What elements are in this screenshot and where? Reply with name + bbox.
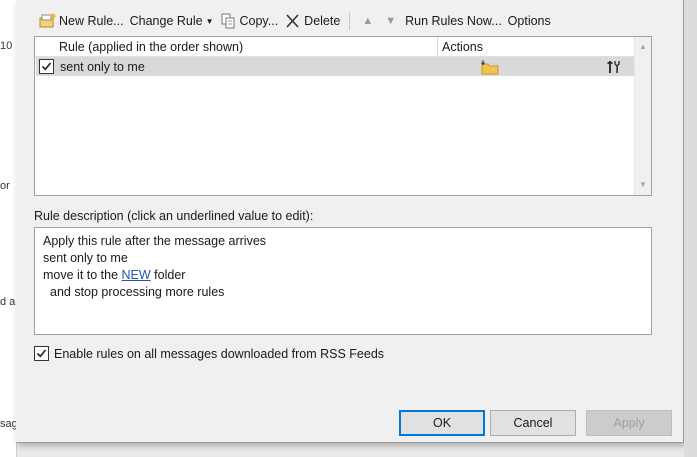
cancel-button[interactable]: Cancel (490, 410, 576, 436)
rss-rules-checkbox[interactable] (34, 346, 49, 361)
arrow-down-icon: ▼ (385, 15, 397, 27)
chevron-down-icon: ▼ (205, 16, 214, 26)
delete-x-icon (284, 13, 301, 29)
options-button[interactable]: Options (505, 10, 554, 32)
rules-and-alerts-dialog: New Rule... Change Rule ▼ Copy... Delete… (16, 0, 684, 443)
toolbar-separator (349, 12, 351, 30)
move-down-button[interactable]: ▼ (379, 10, 402, 32)
rules-list-header: Rule (applied in the order shown) Action… (35, 37, 635, 57)
apply-button[interactable]: Apply (586, 410, 672, 436)
delete-label: Delete (304, 14, 341, 28)
description-text: folder (150, 268, 186, 282)
scroll-down-arrow-icon[interactable]: ▼ (635, 177, 651, 193)
move-to-folder-icon (480, 59, 500, 75)
rules-list[interactable]: Rule (applied in the order shown) Action… (34, 36, 652, 196)
rule-name: sent only to me (60, 60, 145, 74)
background-text-fragment: d a (0, 296, 16, 308)
ok-button[interactable]: OK (399, 410, 485, 436)
rule-row[interactable]: sent only to me (36, 57, 634, 76)
run-rules-now-label: Run Rules Now... (405, 14, 502, 28)
column-header-actions[interactable]: Actions (442, 40, 483, 54)
rule-description-box: Apply this rule after the message arrive… (34, 227, 652, 335)
description-line: sent only to me (43, 251, 128, 265)
rss-rules-label[interactable]: Enable rules on all messages downloaded … (54, 347, 384, 361)
new-rule-button[interactable]: New Rule... (36, 10, 127, 32)
background-text-fragment: 10 (0, 40, 13, 52)
new-rule-icon (39, 13, 56, 29)
folder-link[interactable]: NEW (122, 268, 151, 282)
delete-rule-button[interactable]: Delete (281, 10, 343, 32)
rules-list-scrollbar[interactable]: ▲ ▼ (634, 37, 651, 195)
run-rules-now-button[interactable]: Run Rules Now... (402, 10, 505, 32)
copy-icon (220, 13, 237, 29)
scroll-up-arrow-icon[interactable]: ▲ (635, 39, 651, 55)
rss-option-row: Enable rules on all messages downloaded … (34, 346, 384, 361)
dialog-button-bar (16, 400, 683, 442)
column-header-rule[interactable]: Rule (applied in the order shown) (59, 40, 243, 54)
copy-label: Copy... (239, 14, 279, 28)
rules-toolbar: New Rule... Change Rule ▼ Copy... Delete… (36, 10, 554, 32)
rule-settings-icon[interactable] (606, 59, 622, 75)
description-line: move it to the NEW folder (43, 268, 185, 282)
background-window-edge: 10 or d a sag (0, 0, 18, 457)
description-line: Apply this rule after the message arrive… (43, 234, 267, 248)
change-rule-button[interactable]: Change Rule ▼ (127, 10, 217, 32)
background-text-fragment: or (0, 180, 10, 192)
column-divider[interactable] (437, 37, 438, 56)
arrow-up-icon: ▲ (362, 15, 374, 27)
new-rule-label: New Rule... (59, 14, 124, 28)
copy-rule-button[interactable]: Copy... (217, 10, 282, 32)
description-line: and stop processing more rules (50, 285, 225, 299)
rule-enabled-checkbox[interactable] (39, 59, 54, 74)
rule-description-label: Rule description (click an underlined va… (34, 209, 314, 223)
change-rule-label: Change Rule (129, 14, 203, 28)
options-label: Options (507, 14, 551, 28)
move-up-button[interactable]: ▲ (356, 10, 379, 32)
description-text: move it to the (43, 268, 122, 282)
background-window-right-edge (684, 0, 697, 457)
